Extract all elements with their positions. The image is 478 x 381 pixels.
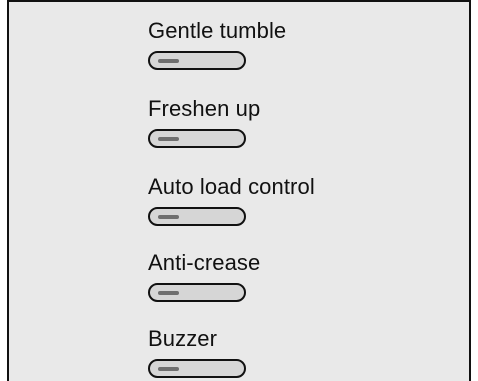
option-label: Auto load control xyxy=(148,174,315,199)
toggle-indicator xyxy=(158,137,179,141)
freshen-up-toggle[interactable] xyxy=(148,129,246,148)
toggle-indicator xyxy=(158,215,179,219)
option-freshen-up: Freshen up xyxy=(148,97,408,148)
option-gentle-tumble: Gentle tumble xyxy=(148,19,408,70)
anti-crease-toggle[interactable] xyxy=(148,283,246,302)
buzzer-toggle[interactable] xyxy=(148,359,246,378)
auto-load-control-toggle[interactable] xyxy=(148,207,246,226)
option-label: Gentle tumble xyxy=(148,18,287,43)
option-anti-crease: Anti-crease xyxy=(148,251,408,302)
option-buzzer: Buzzer xyxy=(148,327,408,378)
option-label: Anti-crease xyxy=(148,250,261,275)
option-auto-load-control: Auto load control xyxy=(148,175,408,226)
option-label: Buzzer xyxy=(148,326,218,351)
toggle-indicator xyxy=(158,59,179,63)
toggle-indicator xyxy=(158,291,179,295)
gentle-tumble-toggle[interactable] xyxy=(148,51,246,70)
option-label: Freshen up xyxy=(148,96,261,121)
toggle-indicator xyxy=(158,367,179,371)
options-panel: Gentle tumble Freshen up Auto load contr… xyxy=(7,0,471,381)
